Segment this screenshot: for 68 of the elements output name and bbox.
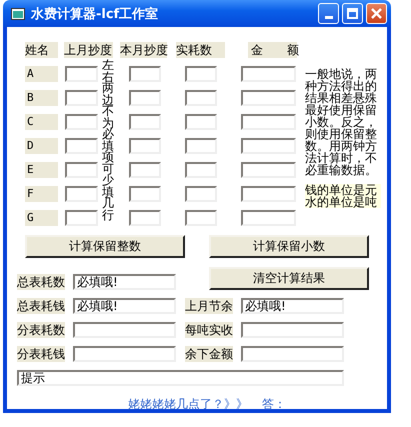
field-label: 分表耗钱 (17, 346, 65, 362)
input-field[interactable] (129, 114, 161, 130)
field-label: 每吨实收 (185, 322, 233, 338)
input-field[interactable] (65, 138, 98, 154)
vertical-note: 左右两边不为必填项可少填几行 (102, 60, 114, 221)
minimize-icon (324, 16, 332, 19)
input-field[interactable] (65, 162, 98, 178)
column-header: 上月抄度 (64, 42, 113, 58)
field-label: 分表耗数 (17, 322, 65, 338)
close-button[interactable] (366, 3, 387, 24)
window-icon (11, 8, 25, 20)
input-field[interactable] (241, 90, 296, 106)
input-field[interactable] (129, 66, 161, 82)
answer-label: 答： (262, 396, 286, 413)
input-field[interactable] (65, 114, 98, 130)
calculate-button[interactable]: 计算保留小数 (209, 235, 369, 258)
maximize-icon (347, 8, 358, 19)
close-icon (371, 8, 382, 19)
input-field[interactable] (129, 138, 161, 154)
input-field[interactable] (185, 66, 217, 82)
clear-button[interactable]: 清空计算结果 (209, 267, 369, 290)
field-label: 上月节余 (185, 298, 233, 314)
input-field[interactable] (185, 138, 217, 154)
input-field[interactable] (241, 138, 296, 154)
input-field[interactable] (129, 186, 161, 202)
input-field[interactable] (129, 210, 161, 226)
input-field[interactable] (241, 114, 296, 130)
input-field[interactable] (65, 210, 98, 226)
column-header: 金 额 (248, 42, 297, 58)
maximize-button[interactable] (342, 3, 363, 24)
input-field[interactable] (241, 210, 296, 226)
input-field[interactable] (73, 346, 176, 362)
input-field[interactable] (185, 210, 217, 226)
row-label: B (25, 90, 58, 106)
input-field[interactable] (129, 90, 161, 106)
minimize-button[interactable] (318, 3, 339, 24)
input-field[interactable] (185, 186, 217, 202)
note-text: 钱的单位是元水的单位是吨 (305, 184, 381, 208)
row-label: F (25, 186, 58, 202)
field-label: 余下金额 (185, 346, 233, 362)
input-field[interactable] (129, 162, 161, 178)
input-field[interactable] (65, 90, 98, 106)
row-label: D (25, 138, 58, 154)
input-field[interactable] (65, 186, 98, 202)
input-field[interactable] (185, 162, 217, 178)
input-field[interactable] (241, 346, 344, 362)
question-link[interactable]: 姥姥姥姥几点了？》》 (128, 396, 248, 413)
hint-field[interactable]: 提示 (17, 370, 344, 386)
row-label: E (25, 162, 58, 178)
window-title: 水费计算器-lcf工作室 (31, 6, 160, 22)
input-field[interactable] (185, 114, 217, 130)
row-label: G (25, 210, 58, 226)
input-field[interactable] (241, 322, 344, 338)
input-field[interactable] (241, 66, 296, 82)
column-header: 本月抄度 (120, 42, 167, 58)
input-field[interactable] (241, 186, 296, 202)
note-text: 一般地说，两种方法得出的结果相差悬殊最好使用保留小数。反之，则使用保留整数。用两钟方法计算时，不必重输数据。 (305, 68, 378, 176)
field-label: 总表耗钱 (17, 298, 65, 314)
column-header: 姓名 (25, 42, 58, 58)
calculate-button[interactable]: 计算保留整数 (25, 235, 185, 258)
input-field[interactable] (73, 322, 176, 338)
row-label: A (25, 66, 58, 82)
input-field[interactable] (185, 90, 217, 106)
row-label: C (25, 114, 58, 130)
column-header: 实耗数 (176, 42, 225, 58)
input-field[interactable] (241, 162, 296, 178)
input-field[interactable] (65, 66, 98, 82)
field-label: 总表耗数 (17, 274, 65, 290)
